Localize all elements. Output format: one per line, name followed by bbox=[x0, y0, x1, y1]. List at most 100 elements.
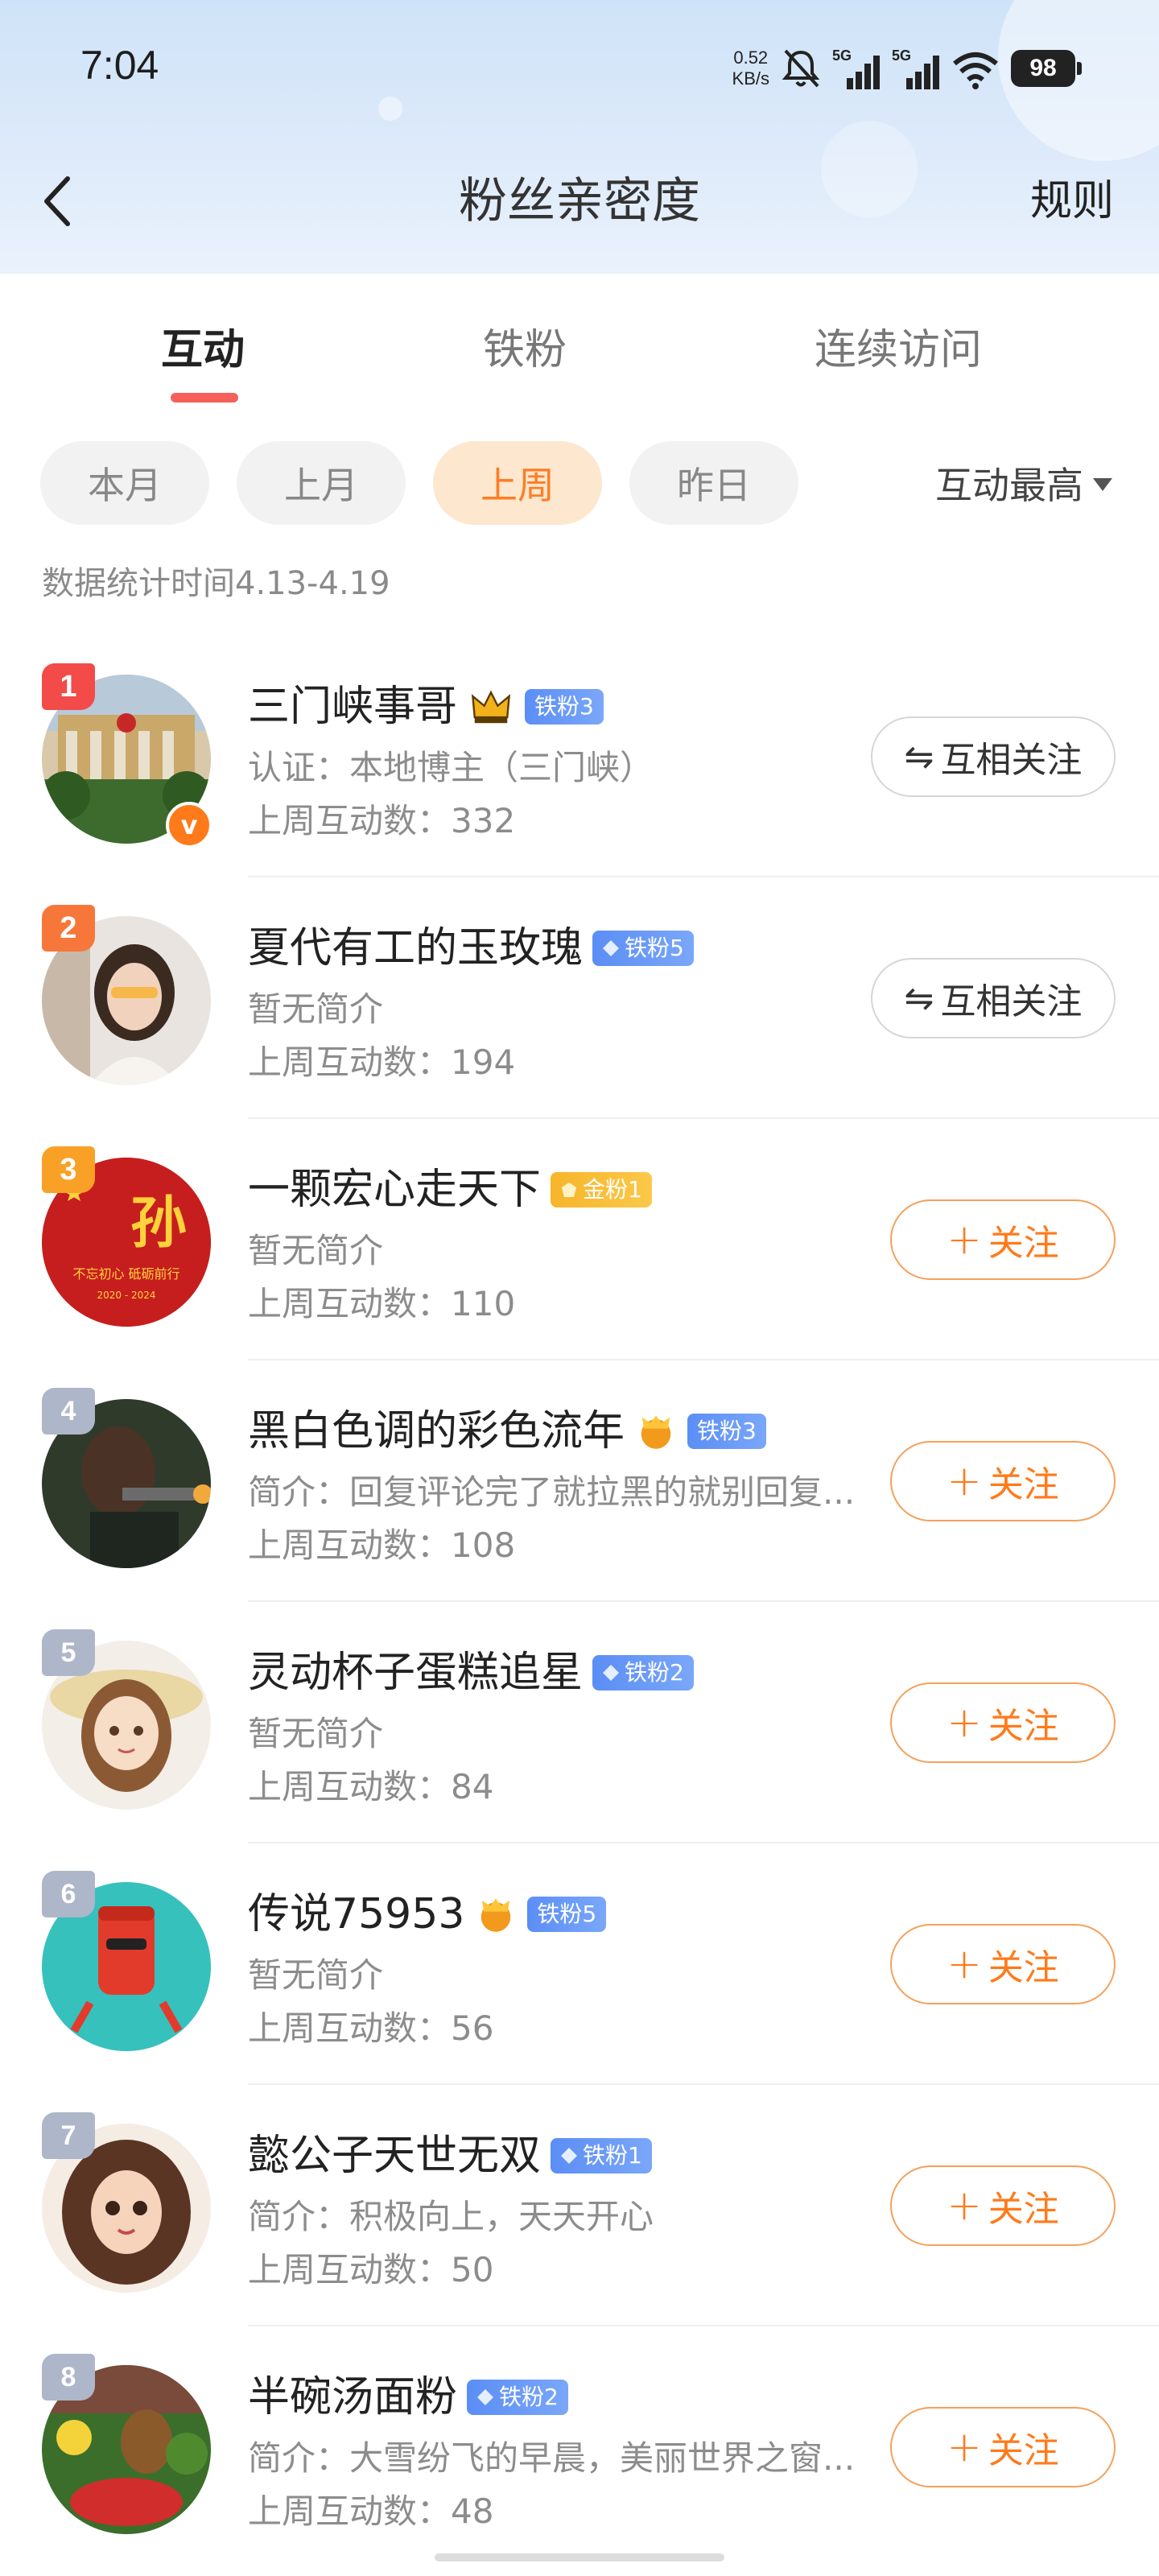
fan-row[interactable]: 2 夏代有工的玉玫瑰 铁粉5 暂无简介 上周互动数：194 ⇋ 互相关注 bbox=[0, 877, 1159, 1119]
rank-badge: 4 bbox=[42, 1388, 95, 1435]
plus-icon: + bbox=[947, 2423, 982, 2471]
page-title: 粉丝亲密度 bbox=[459, 173, 700, 229]
wifi-icon bbox=[953, 52, 998, 89]
diamond-icon bbox=[603, 1665, 620, 1681]
swap-arrows-icon: ⇋ bbox=[904, 977, 934, 1019]
plus-icon: + bbox=[947, 1940, 982, 1988]
fan-name-line: 传说75953 铁粉5 bbox=[248, 1882, 607, 1946]
follow-button[interactable]: + 关注 bbox=[890, 1199, 1116, 1280]
fan-row[interactable]: 6 传说75953 铁粉5 暂无简介 上周互动数：56 + 关注 bbox=[0, 1843, 1159, 2085]
network-speed-value: 0.52 bbox=[733, 47, 769, 68]
fan-description: 认证：本地博主（三门峡） bbox=[248, 748, 654, 787]
interaction-count: 上周互动数：56 bbox=[248, 2008, 494, 2048]
signal-5g-icon-2: 5G bbox=[892, 47, 939, 89]
mutual-follow-button[interactable]: ⇋ 互相关注 bbox=[871, 958, 1116, 1038]
follow-button[interactable]: + 关注 bbox=[890, 1682, 1116, 1763]
battery-indicator: 98 bbox=[1011, 50, 1082, 87]
avatar-text: 孙 bbox=[130, 1190, 187, 1256]
fan-level-badge: 铁粉2 bbox=[592, 1655, 694, 1690]
chip-this-month[interactable]: 本月 bbox=[40, 441, 209, 525]
mutual-follow-button[interactable]: ⇋ 互相关注 bbox=[871, 716, 1116, 797]
gold-gem-icon bbox=[562, 1183, 577, 1197]
tab-interaction[interactable]: 互动 bbox=[161, 322, 245, 378]
chip-yesterday[interactable]: 昨日 bbox=[629, 441, 798, 525]
fan-name-line: 夏代有工的玉玫瑰 铁粉5 bbox=[248, 916, 694, 980]
rank-badge: 1 bbox=[42, 663, 95, 710]
diamond-icon bbox=[561, 2148, 578, 2164]
rank-badge: 3 bbox=[42, 1146, 95, 1193]
interaction-count: 上周互动数：50 bbox=[248, 2250, 494, 2289]
fan-name-line: 黑白色调的彩色流年 铁粉3 bbox=[248, 1399, 766, 1463]
fan-row[interactable]: 1 v 三门峡事哥 铁粉3 认证：本地博主（三门峡） 上周互动数：332 ⇋ 互… bbox=[0, 636, 1159, 877]
crown-icon bbox=[471, 690, 511, 724]
fan-name[interactable]: 懿公子天世无双 bbox=[248, 2124, 541, 2188]
fan-description: 暂无简介 bbox=[248, 1714, 384, 1753]
fan-name-line: 一颗宏心走天下 金粉1 bbox=[248, 1158, 652, 1222]
follow-button[interactable]: + 关注 bbox=[890, 1924, 1116, 2004]
rank-badge: 2 bbox=[42, 905, 95, 952]
sort-label: 互动最高 bbox=[935, 464, 1083, 507]
avatar-years: 2020 - 2024 bbox=[97, 1290, 155, 1301]
rank-badge: 6 bbox=[42, 1871, 95, 1918]
tab-iron-fans[interactable]: 铁粉 bbox=[483, 322, 567, 378]
chip-last-month[interactable]: 上月 bbox=[237, 441, 406, 525]
button-label: 关注 bbox=[988, 1464, 1059, 1505]
signal-5g-label-2: 5G bbox=[892, 47, 911, 64]
fan-name[interactable]: 传说75953 bbox=[248, 1882, 464, 1946]
fan-description: 简介：回复评论完了就拉黑的就别回复... bbox=[248, 1472, 856, 1512]
follow-button[interactable]: + 关注 bbox=[890, 2407, 1116, 2487]
caret-down-icon bbox=[1093, 478, 1112, 491]
stats-period: 数据统计时间4.13-4.19 bbox=[42, 565, 390, 602]
fan-description: 暂无简介 bbox=[248, 1955, 384, 1995]
sort-dropdown[interactable]: 互动最高 bbox=[935, 459, 1112, 507]
fan-level-text: 金粉1 bbox=[583, 1176, 642, 1203]
network-speed: 0.52 KB/s bbox=[732, 47, 769, 89]
fan-description: 暂无简介 bbox=[248, 989, 384, 1029]
fan-description: 简介：积极向上，天天开心 bbox=[248, 2197, 654, 2236]
fan-name-line: 三门峡事哥 铁粉3 bbox=[248, 675, 604, 739]
fan-row[interactable]: 7 懿公子天世无双 铁粉1 简介：积极向上，天天开心 上周互动数：50 + 关注 bbox=[0, 2085, 1159, 2326]
fan-name[interactable]: 灵动杯子蛋糕追星 bbox=[248, 1641, 583, 1705]
button-label: 关注 bbox=[988, 1947, 1059, 1988]
tab-bar: 互动 铁粉 连续访问 bbox=[0, 278, 1159, 407]
button-label: 关注 bbox=[988, 2189, 1059, 2230]
status-time: 7:04 bbox=[80, 43, 159, 88]
fan-level-text: 铁粉1 bbox=[583, 2142, 642, 2169]
plus-icon: + bbox=[947, 1699, 982, 1747]
signal-5g-label-1: 5G bbox=[832, 47, 852, 64]
interaction-count: 上周互动数：194 bbox=[248, 1042, 516, 1082]
home-indicator[interactable] bbox=[435, 2553, 724, 2562]
fan-level-text: 铁粉5 bbox=[625, 935, 684, 961]
signal-5g-icon: 5G bbox=[832, 47, 880, 89]
fan-name[interactable]: 三门峡事哥 bbox=[248, 675, 457, 739]
fan-row[interactable]: 8 半碗汤面粉 铁粉2 简介：大雪纷飞的早晨，美丽世界之窗... 上周互动数：4… bbox=[0, 2326, 1159, 2568]
mute-bell-icon bbox=[782, 49, 820, 88]
rules-link[interactable]: 规则 bbox=[1030, 169, 1114, 233]
fan-name[interactable]: 一颗宏心走天下 bbox=[248, 1158, 541, 1222]
fan-description: 简介：大雪纷飞的早晨，美丽世界之窗... bbox=[248, 2438, 856, 2478]
time-filter-chips: 本月 上月 上周 昨日 bbox=[40, 441, 798, 525]
tab-consecutive-visits[interactable]: 连续访问 bbox=[815, 322, 982, 378]
fan-level-text: 铁粉2 bbox=[499, 2384, 559, 2410]
fan-row[interactable]: 4 黑白色调的彩色流年 铁粉3 简介：回复评论完了就拉黑的就别回复... 上周互… bbox=[0, 1360, 1159, 1602]
crown-icon bbox=[481, 1898, 511, 1932]
follow-button[interactable]: + 关注 bbox=[890, 2165, 1116, 2246]
crown-icon bbox=[641, 1415, 671, 1449]
button-label: 互相关注 bbox=[940, 981, 1083, 1022]
fan-row[interactable]: 孙 不忘初心 砥砺前行 2020 - 2024 3 一颗宏心走天下 金粉1 暂无… bbox=[0, 1119, 1159, 1360]
fan-name[interactable]: 夏代有工的玉玫瑰 bbox=[248, 916, 583, 980]
fan-row[interactable]: 5 灵动杯子蛋糕追星 铁粉2 暂无简介 上周互动数：84 + 关注 bbox=[0, 1602, 1159, 1843]
rank-badge: 8 bbox=[42, 2354, 95, 2401]
bottom-gesture-area bbox=[0, 2544, 1159, 2576]
follow-button[interactable]: + 关注 bbox=[890, 1441, 1116, 1521]
fan-level-badge: 铁粉5 bbox=[592, 931, 694, 966]
fan-name[interactable]: 半碗汤面粉 bbox=[248, 2365, 457, 2429]
interaction-count: 上周互动数：48 bbox=[248, 2491, 494, 2531]
status-icons: 0.52 KB/s 5G 5G 98 bbox=[732, 40, 1082, 97]
fan-name[interactable]: 黑白色调的彩色流年 bbox=[248, 1399, 625, 1463]
plus-icon: + bbox=[947, 1457, 982, 1505]
chip-last-week[interactable]: 上周 bbox=[433, 441, 602, 525]
status-bar: 7:04 0.52 KB/s 5G 5G 98 bbox=[0, 0, 1159, 137]
interaction-count: 上周互动数：110 bbox=[248, 1284, 516, 1323]
network-speed-unit: KB/s bbox=[732, 68, 769, 89]
